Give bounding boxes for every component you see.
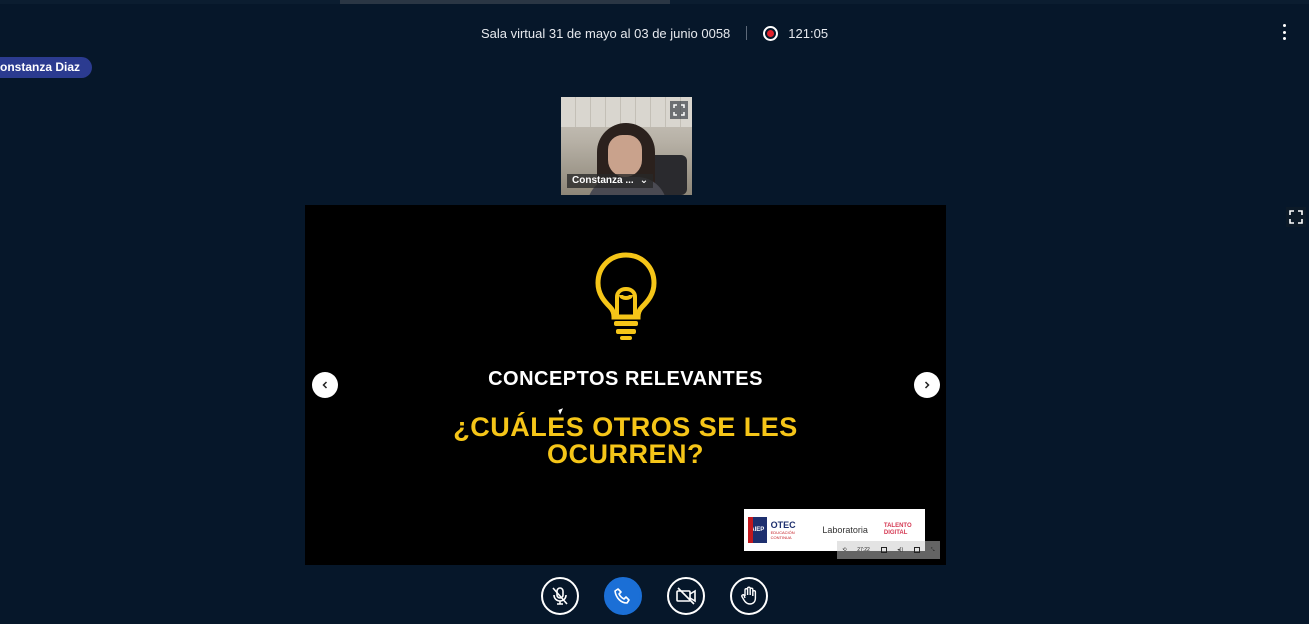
webcam-person-face <box>608 135 642 177</box>
webcam-tile[interactable]: Constanza ... ⌄ <box>561 97 692 195</box>
webcam-name-label[interactable]: Constanza ... ⌄ <box>567 174 654 188</box>
caption-icon[interactable] <box>913 547 920 553</box>
mic-toggle-button[interactable] <box>541 577 579 615</box>
header-divider <box>746 26 748 40</box>
record-icon[interactable] <box>763 25 779 41</box>
resize-icon[interactable]: ⤡ <box>931 547 935 553</box>
chevron-right-icon <box>924 381 930 389</box>
presentation-expand-icon[interactable] <box>1286 207 1306 227</box>
slide-heading: CONCEPTOS RELEVANTES <box>488 368 763 390</box>
aiep-logo: AIEP <box>748 517 767 543</box>
camera-off-icon <box>676 587 696 605</box>
screen-icon[interactable] <box>880 547 887 553</box>
webcam-name: Constanza ... <box>572 175 634 186</box>
chevron-left-icon <box>322 381 328 389</box>
presenter-name: onstanza Diaz <box>0 60 81 74</box>
mini-toolbar-time: 27:22 <box>857 547 870 553</box>
camera-toggle-button[interactable] <box>667 577 705 615</box>
talento-digital-logo: TALENTO DIGITAL <box>883 523 912 536</box>
phone-icon <box>614 588 630 604</box>
slide-next-button[interactable] <box>914 372 940 398</box>
mini-player-toolbar[interactable]: ⟲ 27:22 ◂)) ⤡ <box>837 541 940 559</box>
meeting-header: Sala virtual 31 de mayo al 03 de junio 0… <box>0 22 1309 44</box>
leave-audio-button[interactable] <box>604 577 642 615</box>
kebab-menu-icon[interactable] <box>1281 24 1287 40</box>
presenter-badge: onstanza Diaz <box>0 57 93 78</box>
expand-icon[interactable] <box>670 101 688 119</box>
mic-muted-icon <box>552 587 568 605</box>
room-title: Sala virtual 31 de mayo al 03 de junio 0… <box>480 25 731 41</box>
chevron-down-icon: ⌄ <box>639 175 649 186</box>
audio-icon[interactable]: ◂)) <box>897 547 903 553</box>
recording-timer: 121:05 <box>788 25 829 41</box>
top-progress-strip <box>0 0 1309 4</box>
refresh-icon[interactable]: ⟲ <box>842 547 846 553</box>
lightbulb-icon <box>595 252 657 340</box>
otec-logo: OTEC EDUCACIÓN CONTINUA <box>770 520 796 540</box>
raise-hand-icon <box>741 586 757 605</box>
raise-hand-button[interactable] <box>730 577 768 615</box>
top-strip-segment <box>340 0 670 4</box>
call-controls <box>0 577 1309 615</box>
laboratoria-logo: Laboratoria <box>822 525 868 535</box>
slide-question: ¿CUÁLES OTROS SE LES OCURREN? <box>453 412 798 469</box>
slide-prev-button[interactable] <box>312 372 338 398</box>
presentation-slide: CONCEPTOS RELEVANTES ¿CUÁLES OTROS SE LE… <box>305 205 946 565</box>
